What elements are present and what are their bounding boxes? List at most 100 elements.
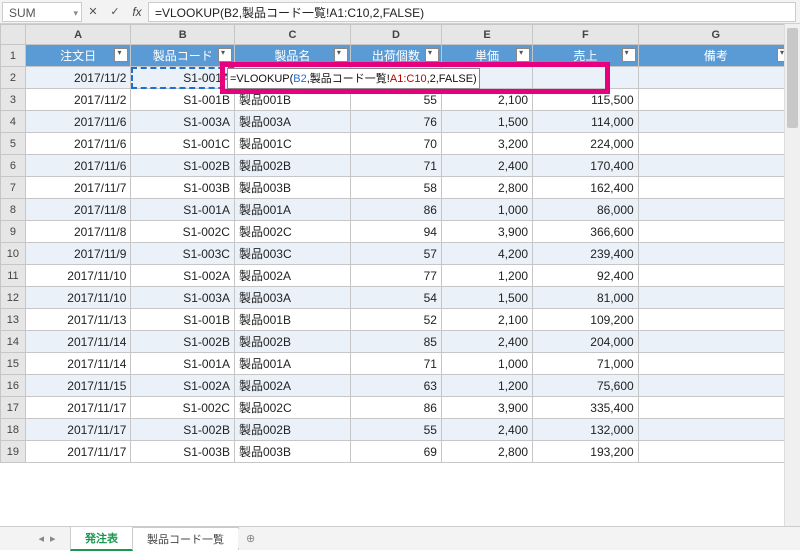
cell-B4[interactable]: S1-003A xyxy=(131,111,235,133)
cell-D4[interactable]: 76 xyxy=(350,111,441,133)
cell-F19[interactable]: 193,200 xyxy=(533,441,639,463)
cell-A9[interactable]: 2017/11/8 xyxy=(25,221,131,243)
cell-E13[interactable]: 2,100 xyxy=(441,309,532,331)
filter-icon[interactable] xyxy=(334,48,348,62)
cell-A14[interactable]: 2017/11/14 xyxy=(25,331,131,353)
cell-G11[interactable] xyxy=(638,265,793,287)
cell-E19[interactable]: 2,800 xyxy=(441,441,532,463)
cell-G4[interactable] xyxy=(638,111,793,133)
cell-C11[interactable]: 製品002A xyxy=(234,265,350,287)
cell-A17[interactable]: 2017/11/17 xyxy=(25,397,131,419)
editing-cell-formula[interactable]: =VLOOKUP(B2,製品コード一覧!A1:C10,2,FALSE) xyxy=(227,68,480,89)
cell-F15[interactable]: 71,000 xyxy=(533,353,639,375)
cell-D11[interactable]: 77 xyxy=(350,265,441,287)
row-head[interactable]: 14 xyxy=(1,331,26,353)
cell-D16[interactable]: 63 xyxy=(350,375,441,397)
cell-E9[interactable]: 3,900 xyxy=(441,221,532,243)
cell-B8[interactable]: S1-001A xyxy=(131,199,235,221)
cell-A11[interactable]: 2017/11/10 xyxy=(25,265,131,287)
cell-A2[interactable]: 2017/11/2 xyxy=(25,67,131,89)
col-head-B[interactable]: B xyxy=(131,25,235,45)
name-box[interactable]: SUM ▾ xyxy=(2,2,82,22)
fx-icon[interactable]: fx xyxy=(126,2,148,22)
cell-E15[interactable]: 1,000 xyxy=(441,353,532,375)
cell-B19[interactable]: S1-003B xyxy=(131,441,235,463)
filter-icon[interactable] xyxy=(516,48,530,62)
filter-icon[interactable] xyxy=(114,48,128,62)
cell-B11[interactable]: S1-002A xyxy=(131,265,235,287)
cell-D17[interactable]: 86 xyxy=(350,397,441,419)
formula-input[interactable]: =VLOOKUP(B2,製品コード一覧!A1:C10,2,FALSE) xyxy=(148,2,796,22)
col-head-A[interactable]: A xyxy=(25,25,131,45)
cell-E8[interactable]: 1,000 xyxy=(441,199,532,221)
cell-F17[interactable]: 335,400 xyxy=(533,397,639,419)
row-head[interactable]: 19 xyxy=(1,441,26,463)
cell-A19[interactable]: 2017/11/17 xyxy=(25,441,131,463)
cell-C13[interactable]: 製品001B xyxy=(234,309,350,331)
name-box-dropdown-icon[interactable]: ▾ xyxy=(73,3,81,23)
cell-E18[interactable]: 2,400 xyxy=(441,419,532,441)
cell-G16[interactable] xyxy=(638,375,793,397)
cell-D5[interactable]: 70 xyxy=(350,133,441,155)
cell-G19[interactable] xyxy=(638,441,793,463)
col-head-C[interactable]: C xyxy=(234,25,350,45)
cell-C14[interactable]: 製品002B xyxy=(234,331,350,353)
cell-C18[interactable]: 製品002B xyxy=(234,419,350,441)
cell-F11[interactable]: 92,400 xyxy=(533,265,639,287)
header-cell[interactable]: 注文日 xyxy=(25,45,131,67)
cell-F18[interactable]: 132,000 xyxy=(533,419,639,441)
cell-D12[interactable]: 54 xyxy=(350,287,441,309)
cell-B13[interactable]: S1-001B xyxy=(131,309,235,331)
row-head[interactable]: 18 xyxy=(1,419,26,441)
header-cell[interactable]: 売上 xyxy=(533,45,639,67)
cell-A8[interactable]: 2017/11/8 xyxy=(25,199,131,221)
row-head[interactable]: 13 xyxy=(1,309,26,331)
row-head[interactable]: 12 xyxy=(1,287,26,309)
cell-D18[interactable]: 55 xyxy=(350,419,441,441)
cell-G6[interactable] xyxy=(638,155,793,177)
cell-F3[interactable]: 115,500 xyxy=(533,89,639,111)
cell-A15[interactable]: 2017/11/14 xyxy=(25,353,131,375)
cell-G17[interactable] xyxy=(638,397,793,419)
cell-E6[interactable]: 2,400 xyxy=(441,155,532,177)
cell-A13[interactable]: 2017/11/13 xyxy=(25,309,131,331)
row-head[interactable]: 7 xyxy=(1,177,26,199)
cell-G13[interactable] xyxy=(638,309,793,331)
row-head[interactable]: 1 xyxy=(1,45,26,67)
cell-C10[interactable]: 製品003C xyxy=(234,243,350,265)
cell-G2[interactable] xyxy=(638,67,793,89)
col-head-F[interactable]: F xyxy=(533,25,639,45)
col-head-D[interactable]: D xyxy=(350,25,441,45)
cell-D10[interactable]: 57 xyxy=(350,243,441,265)
select-all-corner[interactable] xyxy=(1,25,26,45)
cell-E4[interactable]: 1,500 xyxy=(441,111,532,133)
cell-F9[interactable]: 366,600 xyxy=(533,221,639,243)
cell-G10[interactable] xyxy=(638,243,793,265)
cell-F6[interactable]: 170,400 xyxy=(533,155,639,177)
cell-A10[interactable]: 2017/11/9 xyxy=(25,243,131,265)
cell-G15[interactable] xyxy=(638,353,793,375)
col-head-G[interactable]: G xyxy=(638,25,793,45)
cell-D15[interactable]: 71 xyxy=(350,353,441,375)
cancel-formula-icon[interactable]: ✕ xyxy=(82,2,104,22)
row-head[interactable]: 3 xyxy=(1,89,26,111)
cell-C19[interactable]: 製品003B xyxy=(234,441,350,463)
cell-B10[interactable]: S1-003C xyxy=(131,243,235,265)
cell-B3[interactable]: S1-001B xyxy=(131,89,235,111)
tab-other[interactable]: 製品コード一覧 xyxy=(132,527,239,550)
cell-C17[interactable]: 製品002C xyxy=(234,397,350,419)
cell-F10[interactable]: 239,400 xyxy=(533,243,639,265)
row-head[interactable]: 15 xyxy=(1,353,26,375)
cell-A4[interactable]: 2017/11/6 xyxy=(25,111,131,133)
cell-B12[interactable]: S1-003A xyxy=(131,287,235,309)
row-head[interactable]: 2 xyxy=(1,67,26,89)
cell-G3[interactable] xyxy=(638,89,793,111)
cell-C6[interactable]: 製品002B xyxy=(234,155,350,177)
cell-F2[interactable] xyxy=(533,67,639,89)
cell-B7[interactable]: S1-003B xyxy=(131,177,235,199)
header-cell[interactable]: 単価 xyxy=(441,45,532,67)
cell-B16[interactable]: S1-002A xyxy=(131,375,235,397)
cell-G12[interactable] xyxy=(638,287,793,309)
cell-A7[interactable]: 2017/11/7 xyxy=(25,177,131,199)
cell-F12[interactable]: 81,000 xyxy=(533,287,639,309)
